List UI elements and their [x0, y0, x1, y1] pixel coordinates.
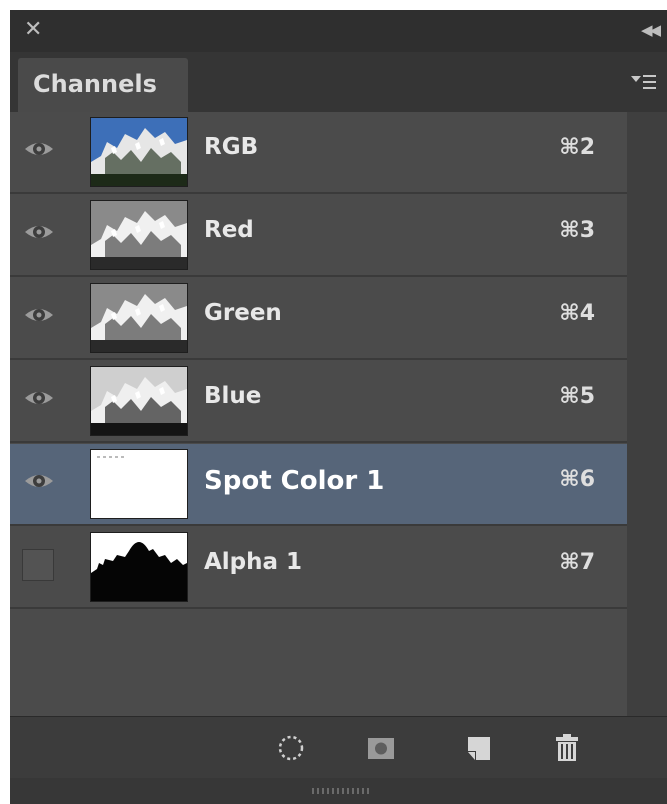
- channel-row[interactable]: RGB ⌘2: [10, 112, 627, 194]
- grip-icon: [312, 788, 369, 794]
- double-chevron-left-icon[interactable]: ◀◀: [641, 20, 663, 40]
- close-icon[interactable]: ✕: [24, 18, 46, 42]
- load-selection-icon[interactable]: [274, 731, 308, 765]
- eye-icon[interactable]: [22, 464, 60, 502]
- tab-label: Channels: [33, 70, 157, 98]
- channel-shortcut: ⌘7: [559, 550, 595, 575]
- channels-panel: ✕ ◀◀ Channels RGB ⌘2 Red ⌘3 Green ⌘4 Blue ⌘5 Spo…: [10, 10, 667, 804]
- channel-shortcut: ⌘6: [559, 467, 595, 492]
- tab-bar: Channels: [10, 52, 667, 112]
- channel-thumbnail: [90, 532, 188, 602]
- new-channel-icon[interactable]: [462, 731, 496, 765]
- scrollbar[interactable]: [627, 112, 667, 716]
- channel-row[interactable]: Green ⌘4: [10, 278, 627, 360]
- channel-thumbnail: [90, 117, 188, 187]
- panel-menu-icon[interactable]: [631, 72, 657, 92]
- channel-name[interactable]: Blue: [204, 383, 261, 409]
- channel-row[interactable]: Red ⌘3: [10, 195, 627, 277]
- channel-thumbnail: [90, 283, 188, 353]
- channel-row[interactable]: Alpha 1 ⌘7: [10, 527, 627, 609]
- channel-shortcut: ⌘2: [559, 135, 595, 160]
- channel-row[interactable]: Spot Color 1 ⌘6: [10, 444, 627, 526]
- visibility-toggle-empty[interactable]: [22, 547, 60, 585]
- tab-channels[interactable]: Channels: [18, 58, 188, 112]
- panel-title-bar: ✕ ◀◀: [10, 10, 667, 52]
- channel-shortcut: ⌘4: [559, 301, 595, 326]
- channel-row[interactable]: Blue ⌘5: [10, 361, 627, 443]
- channel-name[interactable]: Green: [204, 300, 282, 326]
- eye-icon[interactable]: [22, 215, 60, 253]
- delete-channel-icon[interactable]: [550, 731, 584, 765]
- channel-thumbnail: [90, 366, 188, 436]
- channel-shortcut: ⌘3: [559, 218, 595, 243]
- panel-footer: [10, 716, 667, 779]
- panel-resize-handle[interactable]: [10, 778, 667, 804]
- channel-shortcut: ⌘5: [559, 384, 595, 409]
- channel-list: RGB ⌘2 Red ⌘3 Green ⌘4 Blue ⌘5 Spot Color 1 ⌘6 Alp…: [10, 112, 627, 716]
- channel-name[interactable]: Red: [204, 217, 254, 243]
- channel-thumbnail: [90, 449, 188, 519]
- channel-name[interactable]: Spot Color 1: [204, 466, 384, 496]
- channel-name[interactable]: RGB: [204, 134, 258, 160]
- channel-thumbnail: [90, 200, 188, 270]
- eye-icon[interactable]: [22, 132, 60, 170]
- channel-name[interactable]: Alpha 1: [204, 549, 302, 575]
- save-selection-as-channel-icon[interactable]: [364, 731, 398, 765]
- eye-icon[interactable]: [22, 298, 60, 336]
- eye-icon[interactable]: [22, 381, 60, 419]
